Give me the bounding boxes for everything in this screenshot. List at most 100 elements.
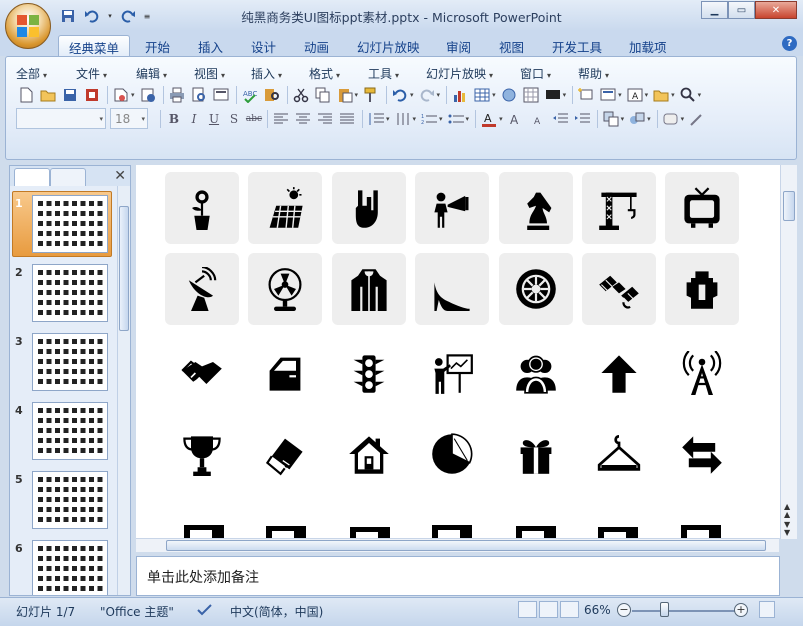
chevron-down-icon[interactable]: ▾ xyxy=(621,115,625,123)
desk-fan-icon[interactable] xyxy=(248,253,322,325)
align-right-icon[interactable] xyxy=(315,109,335,129)
chevron-down-icon[interactable]: ▾ xyxy=(563,91,567,99)
shrink-font-icon[interactable]: A xyxy=(528,109,548,129)
maximize-button[interactable]: ▭ xyxy=(728,1,755,19)
slide-thumbnail-4[interactable]: 4 xyxy=(10,398,117,466)
satellite-icon[interactable] xyxy=(582,253,656,325)
hanger-icon[interactable] xyxy=(582,418,656,490)
swap-arrows-icon[interactable] xyxy=(665,418,739,490)
slide-view-icon[interactable] xyxy=(211,85,231,105)
zoom-slider-knob[interactable] xyxy=(660,602,669,617)
align-left-icon[interactable] xyxy=(271,109,291,129)
kettle-icon[interactable] xyxy=(665,253,739,325)
slide-thumbnail-1[interactable]: 1 xyxy=(10,191,117,259)
font-size-combo[interactable]: 18 ▾ xyxy=(110,108,148,129)
office-button[interactable] xyxy=(5,3,51,49)
undo-icon[interactable] xyxy=(390,85,410,105)
publish-icon[interactable] xyxy=(138,85,158,105)
car-door-icon[interactable] xyxy=(248,337,322,409)
vertical-scrollbar[interactable]: ▲ ▲ ▼ ▼ xyxy=(780,165,797,539)
bold-button[interactable]: B xyxy=(164,112,184,126)
tab-slideshow[interactable]: 幻灯片放映 xyxy=(357,35,420,56)
minimize-button[interactable]: ▁ xyxy=(701,1,728,19)
menu-view[interactable]: 视图 ▾ xyxy=(194,65,225,82)
paste-icon[interactable] xyxy=(335,85,355,105)
chevron-down-icon[interactable]: ▾ xyxy=(618,91,622,99)
notes-pane[interactable]: 单击此处添加备注 xyxy=(136,556,780,596)
strikethrough-button[interactable]: abc xyxy=(244,114,264,124)
chevron-down-icon[interactable]: ▾ xyxy=(698,91,702,99)
print-icon[interactable] xyxy=(167,85,187,105)
open-folder-icon[interactable] xyxy=(38,85,58,105)
increase-indent-icon[interactable] xyxy=(572,109,592,129)
numbering-icon[interactable]: 12 xyxy=(419,109,439,129)
jacket-icon[interactable] xyxy=(332,253,406,325)
language-indicator[interactable]: 中文(简体，中国) xyxy=(230,603,323,620)
justify-icon[interactable] xyxy=(337,109,357,129)
chevron-down-icon[interactable]: ▾ xyxy=(681,115,685,123)
menu-slideshow[interactable]: 幻灯片放映 ▾ xyxy=(426,65,493,82)
team-icon[interactable] xyxy=(499,337,573,409)
plant-pot-icon[interactable] xyxy=(165,172,239,244)
rock-hand-icon[interactable] xyxy=(332,172,406,244)
scrollbar-thumb[interactable] xyxy=(119,206,129,331)
bullets-icon[interactable] xyxy=(446,109,466,129)
menu-help[interactable]: 帮助 ▾ xyxy=(578,65,609,82)
shapes-icon[interactable] xyxy=(627,109,647,129)
layout-icon[interactable] xyxy=(598,85,618,105)
new-document-icon[interactable] xyxy=(16,85,36,105)
redo-icon[interactable] xyxy=(417,85,437,105)
menu-tools[interactable]: 工具 ▾ xyxy=(368,65,399,82)
menu-file[interactable]: 文件 ▾ xyxy=(76,65,107,82)
chevron-down-icon[interactable]: ▾ xyxy=(671,91,675,99)
menu-all[interactable]: 全部 ▾ xyxy=(16,65,47,82)
next-slide-icon[interactable]: ▼ ▼ xyxy=(784,521,790,537)
slide-canvas[interactable] xyxy=(136,165,780,538)
text-box-icon[interactable]: A xyxy=(625,85,645,105)
traffic-light-icon[interactable] xyxy=(332,337,406,409)
television-icon[interactable] xyxy=(665,172,739,244)
trophy-icon[interactable] xyxy=(165,418,239,490)
permission-icon[interactable] xyxy=(82,85,102,105)
chevron-down-icon[interactable]: ▾ xyxy=(499,115,503,123)
open-folder-icon[interactable] xyxy=(651,85,671,105)
zoom-out-button[interactable]: − xyxy=(617,603,631,617)
tire-icon[interactable] xyxy=(499,253,573,325)
prev-slide-icon[interactable]: ▲ ▲ xyxy=(784,503,790,519)
zoom-in-button[interactable]: + xyxy=(734,603,748,617)
italic-button[interactable]: I xyxy=(184,112,204,126)
cut-icon[interactable] xyxy=(291,85,311,105)
spelling-icon[interactable]: ABC xyxy=(240,85,260,105)
slides-pane-scrollbar[interactable] xyxy=(117,186,130,595)
gift-icon[interactable] xyxy=(499,418,573,490)
chevron-down-icon[interactable]: ▾ xyxy=(645,91,649,99)
chevron-down-icon[interactable]: ▾ xyxy=(413,115,417,123)
slide-thumbnail-5[interactable]: 5 xyxy=(10,467,117,535)
presentation-icon[interactable] xyxy=(415,337,489,409)
line-spacing-icon[interactable] xyxy=(366,109,386,129)
grid-icon[interactable] xyxy=(521,85,541,105)
tab-slides[interactable] xyxy=(14,168,50,186)
horizontal-scrollbar[interactable] xyxy=(136,538,779,552)
tab-classic-menu[interactable]: 经典菜单 xyxy=(58,35,131,56)
font-name-combo[interactable]: ▾ xyxy=(16,108,106,129)
new-slide-icon[interactable] xyxy=(576,85,596,105)
high-heel-icon[interactable] xyxy=(415,253,489,325)
format-painter-icon[interactable] xyxy=(361,85,381,105)
chevron-down-icon[interactable]: ▾ xyxy=(647,115,651,123)
color-grayscale-icon[interactable] xyxy=(543,85,563,105)
menu-edit[interactable]: 编辑 ▾ xyxy=(136,65,167,82)
chevron-down-icon[interactable]: ▾ xyxy=(466,115,470,123)
tab-addins[interactable]: 加载项 xyxy=(629,35,667,56)
grow-font-icon[interactable]: A xyxy=(506,109,526,129)
menu-insert[interactable]: 插入 ▾ xyxy=(251,65,282,82)
radio-tower-icon[interactable] xyxy=(665,337,739,409)
close-button[interactable]: ✕ xyxy=(755,1,797,19)
underline-button[interactable]: U xyxy=(204,112,224,126)
decrease-indent-icon[interactable] xyxy=(550,109,570,129)
menu-format[interactable]: 格式 ▾ xyxy=(309,65,340,82)
slideshow-button[interactable] xyxy=(560,601,579,618)
menu-window[interactable]: 窗口 ▾ xyxy=(520,65,551,82)
arrange-icon[interactable] xyxy=(601,109,621,129)
eraser-icon[interactable] xyxy=(248,418,322,490)
